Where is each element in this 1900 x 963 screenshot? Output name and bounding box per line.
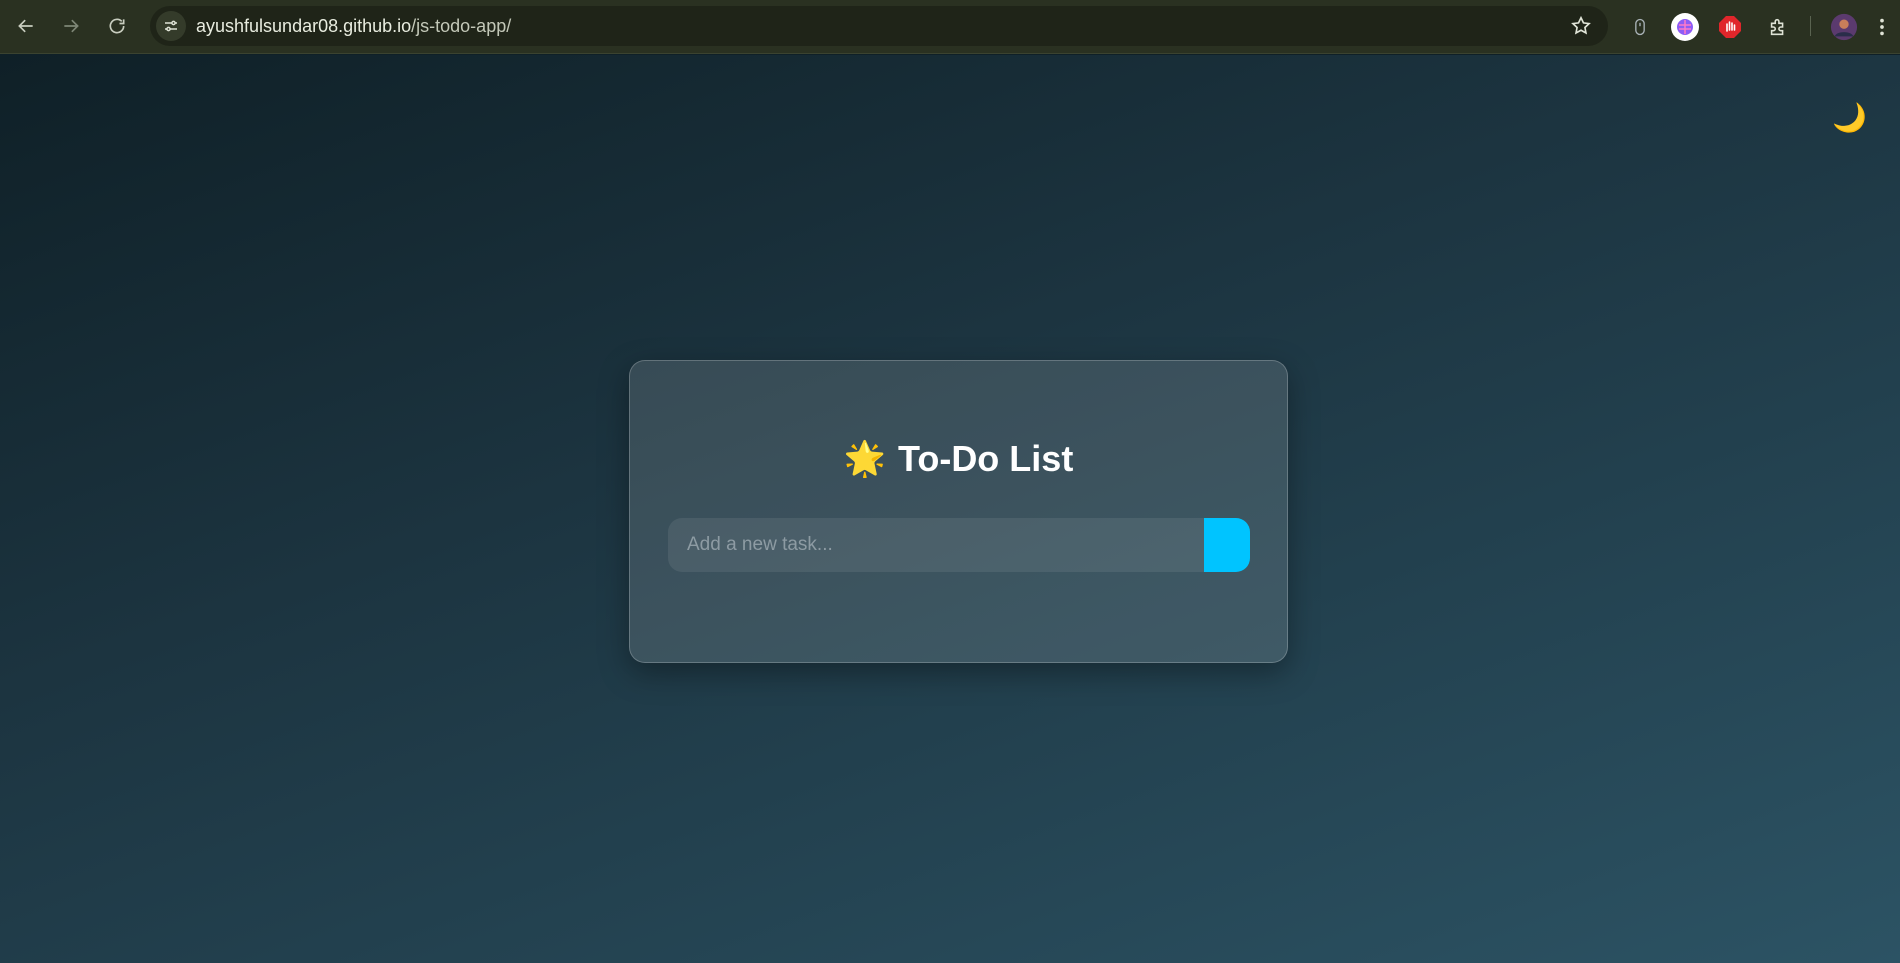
extensions-puzzle-icon[interactable] <box>1763 12 1793 42</box>
url-host: ayushfulsundar08.github.io <box>196 15 412 36</box>
mouse-extension-icon[interactable] <box>1625 12 1655 42</box>
stop-hand-extension-icon[interactable] <box>1715 12 1745 42</box>
url-path: /js-todo-app/ <box>411 15 512 36</box>
forward-icon[interactable] <box>57 12 85 40</box>
browser-toolbar: ayushfulsundar08.github.io/js-todo-app/ <box>0 0 1900 54</box>
brain-extension-icon[interactable] <box>1670 12 1700 42</box>
star-icon: 🌟 <box>843 439 887 479</box>
task-input-row <box>668 518 1250 572</box>
page-background: 🌙 🌟 To-Do List <box>0 55 1900 963</box>
page-title: 🌟 To-Do List <box>630 438 1287 480</box>
url-text[interactable]: ayushfulsundar08.github.io/js-todo-app/ <box>196 16 511 37</box>
add-task-button[interactable] <box>1204 518 1250 572</box>
title-text: To-Do List <box>898 438 1074 479</box>
profile-avatar-icon[interactable] <box>1829 12 1859 42</box>
address-bar[interactable]: ayushfulsundar08.github.io/js-todo-app/ <box>150 6 1608 46</box>
reload-icon[interactable] <box>103 12 131 40</box>
back-icon[interactable] <box>12 12 40 40</box>
toolbar-divider <box>1810 16 1811 36</box>
moon-icon[interactable]: 🌙 <box>1832 101 1867 135</box>
todo-card: 🌟 To-Do List <box>629 360 1288 663</box>
site-settings-icon[interactable] <box>156 11 186 41</box>
bookmark-star-icon[interactable] <box>1570 15 1592 37</box>
more-menu-icon[interactable] <box>1872 12 1892 42</box>
task-input[interactable] <box>668 518 1204 572</box>
